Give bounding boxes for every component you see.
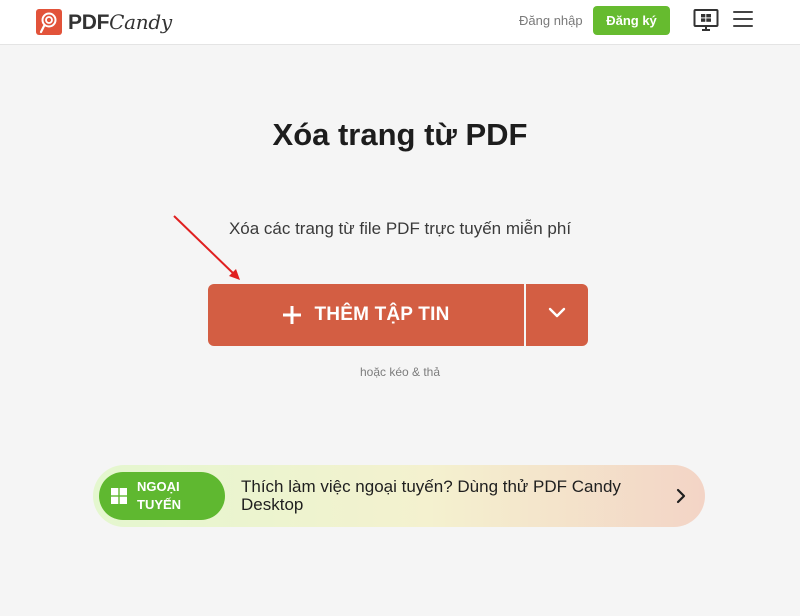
logo-icon [36,9,62,35]
logo-text-pdf: PDF [68,10,110,34]
red-arrow-annotation [173,215,240,280]
logo[interactable]: PDFCandy [36,8,172,36]
menu-line [733,11,753,13]
header-bar: PDFCandy Đăng nhập Đăng ký [0,0,800,45]
logo-text-candy: Candy [109,9,172,34]
chevron-right-icon [675,487,687,505]
upload-source-dropdown-button[interactable] [526,284,588,346]
offline-desktop-banner[interactable]: NGOẠI TUYẾN Thích làm việc ngoại tuyến? … [93,465,705,527]
page-title: Xóa trang từ PDF [272,117,528,152]
page-subtitle: Xóa các trang từ file PDF trực tuyến miễ… [228,219,572,238]
signup-button[interactable]: Đăng ký [593,6,670,35]
add-file-button[interactable]: THÊM TẬP TIN [208,284,524,346]
offline-badge-line2: TUYẾN [137,497,182,512]
plus-icon [282,305,302,325]
chevron-down-icon [548,306,566,324]
offline-badge-label: NGOẠI TUYẾN [137,478,181,514]
windows-desktop-icon[interactable] [693,8,719,34]
offline-banner-text: Thích làm việc ngoại tuyến? Dùng thử PDF… [241,477,621,514]
hamburger-menu-icon[interactable] [733,11,753,29]
drag-drop-hint: hoặc kéo & thả [359,365,441,379]
menu-line [733,25,753,27]
windows-logo-icon [111,488,127,504]
logo-text: PDFCandy [68,10,172,35]
add-file-label: THÊM TẬP TIN [314,304,450,325]
menu-line [733,18,753,20]
login-link[interactable]: Đăng nhập [519,13,583,28]
offline-badge: NGOẠI TUYẾN [99,472,225,520]
offline-badge-line1: NGOẠI [137,479,180,494]
